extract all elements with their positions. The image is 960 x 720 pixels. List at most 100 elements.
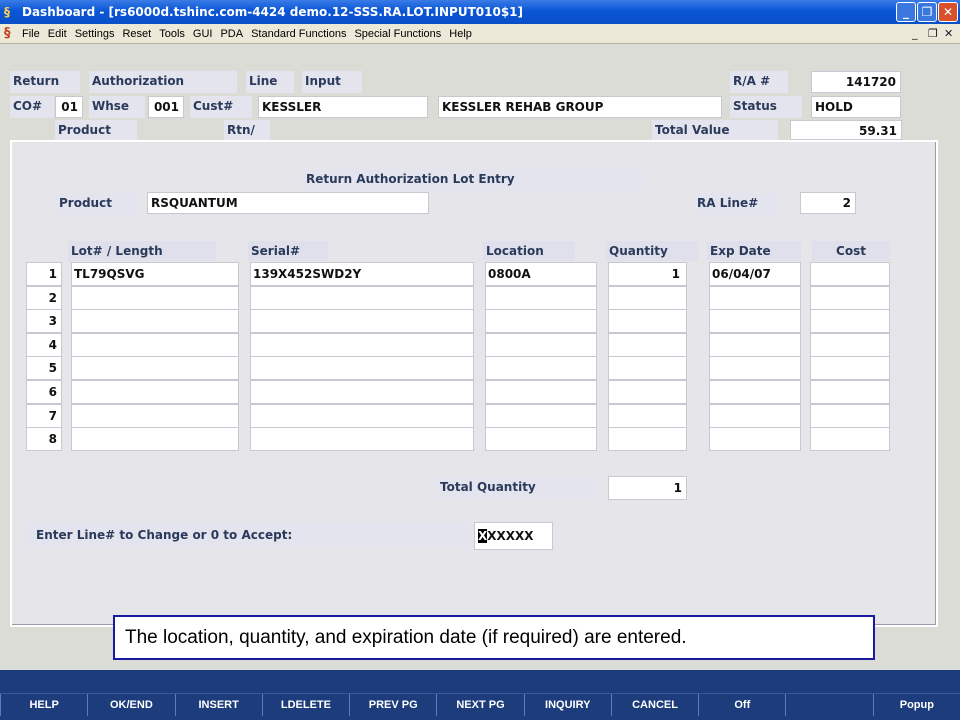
form-title: Return Authorization Lot Entry [303, 169, 643, 191]
cost-cell[interactable] [810, 356, 890, 381]
function-key-insert[interactable]: INSERT [174, 694, 262, 716]
exp-date-cell[interactable] [709, 427, 801, 452]
column-header-location: Location [483, 241, 575, 261]
serial-cell[interactable] [250, 332, 474, 357]
rtn-label: Rtn/ [224, 120, 270, 140]
mdi-close-icon[interactable]: ✕ [944, 26, 953, 42]
cost-cell[interactable] [810, 332, 890, 357]
function-key-ldelete[interactable]: LDELETE [261, 694, 349, 716]
lot-cell[interactable] [71, 332, 239, 357]
cost-cell[interactable] [810, 380, 890, 404]
lot-cell[interactable] [71, 380, 239, 404]
location-cell[interactable] [485, 403, 597, 428]
menu-tools[interactable]: Tools [155, 24, 189, 44]
quantity-cell[interactable] [608, 427, 687, 452]
column-header-serial: Serial# [248, 241, 328, 261]
menu-gui[interactable]: GUI [189, 24, 217, 44]
status-label: Status [730, 96, 802, 118]
serial-cell[interactable] [250, 285, 474, 310]
location-cell[interactable] [485, 332, 597, 357]
menu-help[interactable]: Help [445, 24, 476, 44]
location-cell[interactable]: 0800A [485, 262, 597, 286]
exp-date-cell[interactable] [709, 403, 801, 428]
mdi-restore-icon[interactable]: ❐ [928, 26, 938, 42]
quantity-cell[interactable] [608, 332, 687, 357]
prompt-value: XXXXX [487, 529, 534, 543]
quantity-cell[interactable] [608, 309, 687, 334]
location-cell[interactable] [485, 427, 597, 452]
exp-date-cell[interactable]: 06/04/07 [709, 262, 801, 286]
function-key-popup[interactable]: Popup [872, 694, 960, 716]
row-number: 6 [26, 380, 62, 404]
serial-cell[interactable] [250, 403, 474, 428]
serial-cell[interactable] [250, 380, 474, 404]
whse-value: 001 [148, 96, 184, 118]
lot-cell[interactable] [71, 403, 239, 428]
function-key-cancel[interactable]: CANCEL [610, 694, 698, 716]
location-cell[interactable] [485, 309, 597, 334]
app-menu-icon: § [4, 26, 11, 41]
quantity-cell[interactable] [608, 356, 687, 381]
lot-cell[interactable] [71, 309, 239, 334]
menu-settings[interactable]: Settings [71, 24, 119, 44]
menu-pda[interactable]: PDA [216, 24, 247, 44]
cust-label: Cust# [190, 96, 252, 118]
lot-cell[interactable] [71, 285, 239, 310]
exp-date-cell[interactable] [709, 332, 801, 357]
function-key-help[interactable]: HELP [0, 694, 87, 716]
quantity-cell[interactable] [608, 285, 687, 310]
function-key-inquiry[interactable]: INQUIRY [523, 694, 611, 716]
customer-name: KESSLER REHAB GROUP [438, 96, 722, 118]
ra-number-value: 141720 [811, 71, 901, 93]
mdi-minimize-icon[interactable]: _ [912, 26, 918, 42]
lot-cell[interactable] [71, 356, 239, 381]
co-value: 01 [55, 96, 83, 118]
serial-cell[interactable] [250, 356, 474, 381]
cost-cell[interactable] [810, 262, 890, 286]
product-label: Product [56, 193, 140, 215]
restore-button[interactable]: ❐ [917, 2, 937, 22]
column-header-lot: Lot# / Length [68, 241, 216, 261]
row-number: 2 [26, 285, 62, 310]
cost-cell[interactable] [810, 427, 890, 452]
location-cell[interactable] [485, 380, 597, 404]
cost-cell[interactable] [810, 403, 890, 428]
minimize-button[interactable]: _ [896, 2, 916, 22]
product-value: RSQUANTUM [147, 192, 429, 214]
line-label: Line [246, 71, 294, 93]
quantity-cell[interactable] [608, 403, 687, 428]
function-key-ok-end[interactable]: OK/END [87, 694, 174, 716]
exp-date-cell[interactable] [709, 356, 801, 381]
total-quantity-value: 1 [608, 476, 687, 500]
function-key-next-pg[interactable]: NEXT PG [436, 694, 523, 716]
cost-cell[interactable] [810, 309, 890, 334]
menu-standard-functions[interactable]: Standard Functions [247, 24, 350, 44]
serial-cell[interactable] [250, 427, 474, 452]
function-key-off[interactable]: Off [698, 694, 785, 716]
menu-special-functions[interactable]: Special Functions [350, 24, 445, 44]
function-key-prev-pg[interactable]: PREV PG [349, 694, 436, 716]
app-icon: § [4, 5, 10, 19]
row-number: 7 [26, 403, 62, 428]
menu-reset[interactable]: Reset [118, 24, 155, 44]
quantity-cell[interactable]: 1 [608, 262, 687, 286]
location-cell[interactable] [485, 356, 597, 381]
ra-line-label: RA Line# [694, 193, 780, 215]
exp-date-cell[interactable] [709, 285, 801, 310]
function-key-blank[interactable] [785, 694, 872, 716]
menu-edit[interactable]: Edit [44, 24, 71, 44]
menu-file[interactable]: File [18, 24, 44, 44]
lot-cell[interactable] [71, 427, 239, 452]
exp-date-cell[interactable] [709, 380, 801, 404]
prompt-input[interactable]: XXXXXX [474, 522, 553, 550]
prompt-cursor: X [478, 529, 488, 543]
location-cell[interactable] [485, 285, 597, 310]
serial-cell[interactable]: 139X452SWD2Y [250, 262, 474, 286]
serial-cell[interactable] [250, 309, 474, 334]
quantity-cell[interactable] [608, 380, 687, 404]
cost-cell[interactable] [810, 285, 890, 310]
lot-cell[interactable]: TL79QSVG [71, 262, 239, 286]
exp-date-cell[interactable] [709, 309, 801, 334]
close-button[interactable]: ✕ [938, 2, 958, 22]
row-number: 5 [26, 356, 62, 381]
